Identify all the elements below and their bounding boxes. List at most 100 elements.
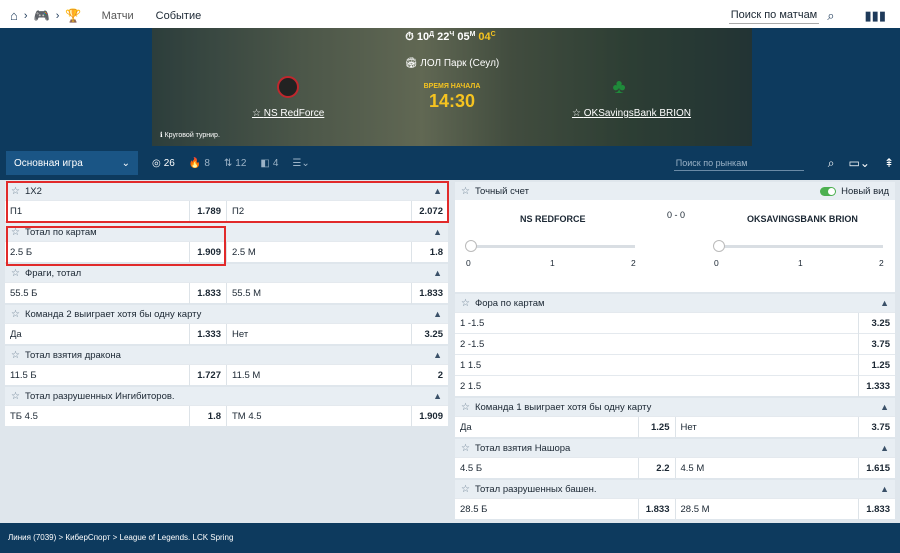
main-game-select[interactable]: Основная игра ⌄ [6,151,138,175]
market-header[interactable]: ☆ Фраги, тотал ▲ [5,264,448,282]
odds-cell[interactable]: Нет 3.75 [674,416,896,438]
odds-value[interactable]: 1.615 [858,457,890,479]
odds-label: 55.5 М [232,287,262,299]
filter-all[interactable]: ◎ 26 [152,158,175,169]
odds-value[interactable]: 1.8 [189,405,221,427]
stats-icon[interactable]: ▮▮▮ [865,8,886,24]
odds-cell[interactable]: ТМ 4.5 1.909 [226,405,448,427]
collapse-caret-icon[interactable]: ▲ [433,391,442,401]
trophy-icon[interactable]: 🏆 [65,8,81,24]
odds-row: 2 -1.5 3.75 [455,333,895,355]
team2-score-slider[interactable] [713,240,883,252]
odds-cell[interactable]: Да 1.333 [5,323,226,345]
odds-value[interactable]: 1.8 [411,241,443,263]
collapse-caret-icon[interactable]: ▲ [880,443,889,453]
market-header[interactable]: ☆ Тотал разрушенных башен. ▲ [455,480,895,498]
odds-value[interactable]: 1.333 [189,323,221,345]
odds-cell[interactable]: ТБ 4.5 1.8 [5,405,226,427]
odds-cell[interactable]: 2 1.5 1.333 [455,375,895,397]
odds-value[interactable]: 1.25 [637,416,670,438]
market-header[interactable]: ☆ Команда 1 выиграет хотя бы одну карту ▲ [455,398,895,416]
odds-value[interactable]: 2 [411,364,443,386]
home-icon[interactable]: ⌂ [10,8,18,23]
filter-handicap[interactable]: ◧ 4 [260,158,278,169]
market: ☆ Фора по картам ▲ 1 -1.5 3.25 2 -1.5 3.75 1 1.… [455,294,895,397]
slider-handle[interactable] [713,240,725,252]
odds-value[interactable]: 3.25 [411,323,443,345]
odds-value[interactable]: 1.833 [189,282,221,304]
search-icon[interactable]: ⌕ [827,8,834,24]
collapse-caret-icon[interactable]: ▲ [433,309,442,319]
odds-label: 4.5 Б [460,462,483,474]
odds-value[interactable]: 1.25 [858,354,890,376]
odds-cell[interactable]: 1 -1.5 3.25 [455,312,895,334]
collapse-caret-icon[interactable]: ▲ [880,402,889,412]
odds-cell[interactable]: 2 -1.5 3.75 [455,333,895,355]
highlight-box [6,181,449,223]
star-icon[interactable]: ☆ [11,268,20,279]
search-icon[interactable]: ⌕ [828,156,835,171]
market-header[interactable]: ☆ Тотал разрушенных Ингибиторов. ▲ [5,387,448,405]
collapse-icon[interactable]: ⇞ [884,156,894,170]
odds-value[interactable]: 1.833 [411,282,443,304]
filter-popular[interactable]: 🔥 8 [189,158,210,169]
team2-name[interactable]: ☆ OKSavingsBank BRION [572,108,691,119]
team1-name[interactable]: ☆ NS RedForce [252,108,324,119]
collapse-caret-icon[interactable]: ▲ [433,227,442,237]
odds-label: 1 1.5 [460,359,482,371]
odds-cell[interactable]: 28.5 Б 1.833 [455,498,675,520]
slider-handle[interactable] [465,240,477,252]
collapse-caret-icon[interactable]: ▲ [880,298,889,308]
collapse-caret-icon[interactable]: ▲ [433,350,442,360]
odds-cell[interactable]: 4.5 М 1.615 [674,457,896,479]
market-header[interactable]: ☆ Команда 2 выиграет хотя бы одну карту ▲ [5,305,448,323]
star-icon[interactable]: ☆ [461,186,470,197]
odds-value[interactable]: 1.833 [858,498,890,520]
odds-cell[interactable]: 4.5 Б 2.2 [455,457,675,479]
tab-event[interactable]: Событие [149,0,208,32]
star-icon[interactable]: ☆ [11,391,20,402]
odds-cell[interactable]: Нет 3.25 [226,323,448,345]
star-icon[interactable]: ☆ [461,443,470,454]
tab-matches[interactable]: Матчи [96,0,140,32]
market-header[interactable]: ☆ Фора по картам ▲ [455,294,895,312]
odds-cell[interactable]: 1 1.5 1.25 [455,354,895,376]
odds-cell[interactable]: 11.5 М 2 [226,364,448,386]
market-header[interactable]: ☆ Тотал взятия Нашора ▲ [455,439,895,457]
odds-value[interactable]: 3.75 [858,416,890,438]
star-icon[interactable]: ☆ [11,350,20,361]
match-search-input[interactable]: Поиск по матчам [728,7,820,24]
odds-value[interactable]: 1.333 [858,375,890,397]
filter-totals[interactable]: ⇅ 12 [224,158,247,169]
odds-cell[interactable]: 2.5 М 1.8 [226,241,448,263]
correct-score-market: ☆ Точный счет Новый вид NS REDFORCE 0 - 0… [455,182,895,292]
odds-cell[interactable]: 55.5 М 1.833 [226,282,448,304]
odds-value[interactable]: 1.833 [637,498,670,520]
collapse-caret-icon[interactable]: ▲ [880,484,889,494]
odds-value[interactable]: 3.25 [858,312,890,334]
gamepad-icon[interactable]: 🎮 [34,8,50,24]
team1-score-slider[interactable] [465,240,635,252]
odds-cell[interactable]: Да 1.25 [455,416,675,438]
star-icon[interactable]: ☆ [11,309,20,320]
market-toolbar: Основная игра ⌄ ◎ 26 🔥 8 ⇅ 12 ◧ 4 ☰⌄ Поиск по… [0,146,900,180]
odds-label: 28.5 Б [460,503,488,515]
star-icon[interactable]: ☆ [461,484,470,495]
odds-value[interactable]: 1.909 [411,405,443,427]
list-view-icon[interactable]: ☰⌄ [292,158,309,169]
market-header[interactable]: ☆ Тотал взятия дракона ▲ [5,346,448,364]
odds-cell[interactable]: 28.5 М 1.833 [674,498,896,520]
odds-cell[interactable]: 11.5 Б 1.727 [5,364,226,386]
collapse-caret-icon[interactable]: ▲ [433,268,442,278]
star-icon[interactable]: ☆ [461,402,470,413]
star-icon[interactable]: ☆ [461,298,470,309]
new-view-toggle[interactable]: Новый вид [820,186,889,197]
market-header[interactable]: ☆ Точный счет Новый вид [455,182,895,200]
odds-value[interactable]: 2.2 [637,457,670,479]
odds-value[interactable]: 1.727 [189,364,221,386]
odds-cell[interactable]: 55.5 Б 1.833 [5,282,226,304]
layout-icon[interactable]: ▭⌄ [849,156,870,170]
odds-value[interactable]: 3.75 [858,333,890,355]
market-search-input[interactable]: Поиск по рынкам [673,156,804,171]
toggle-switch[interactable] [820,186,837,196]
